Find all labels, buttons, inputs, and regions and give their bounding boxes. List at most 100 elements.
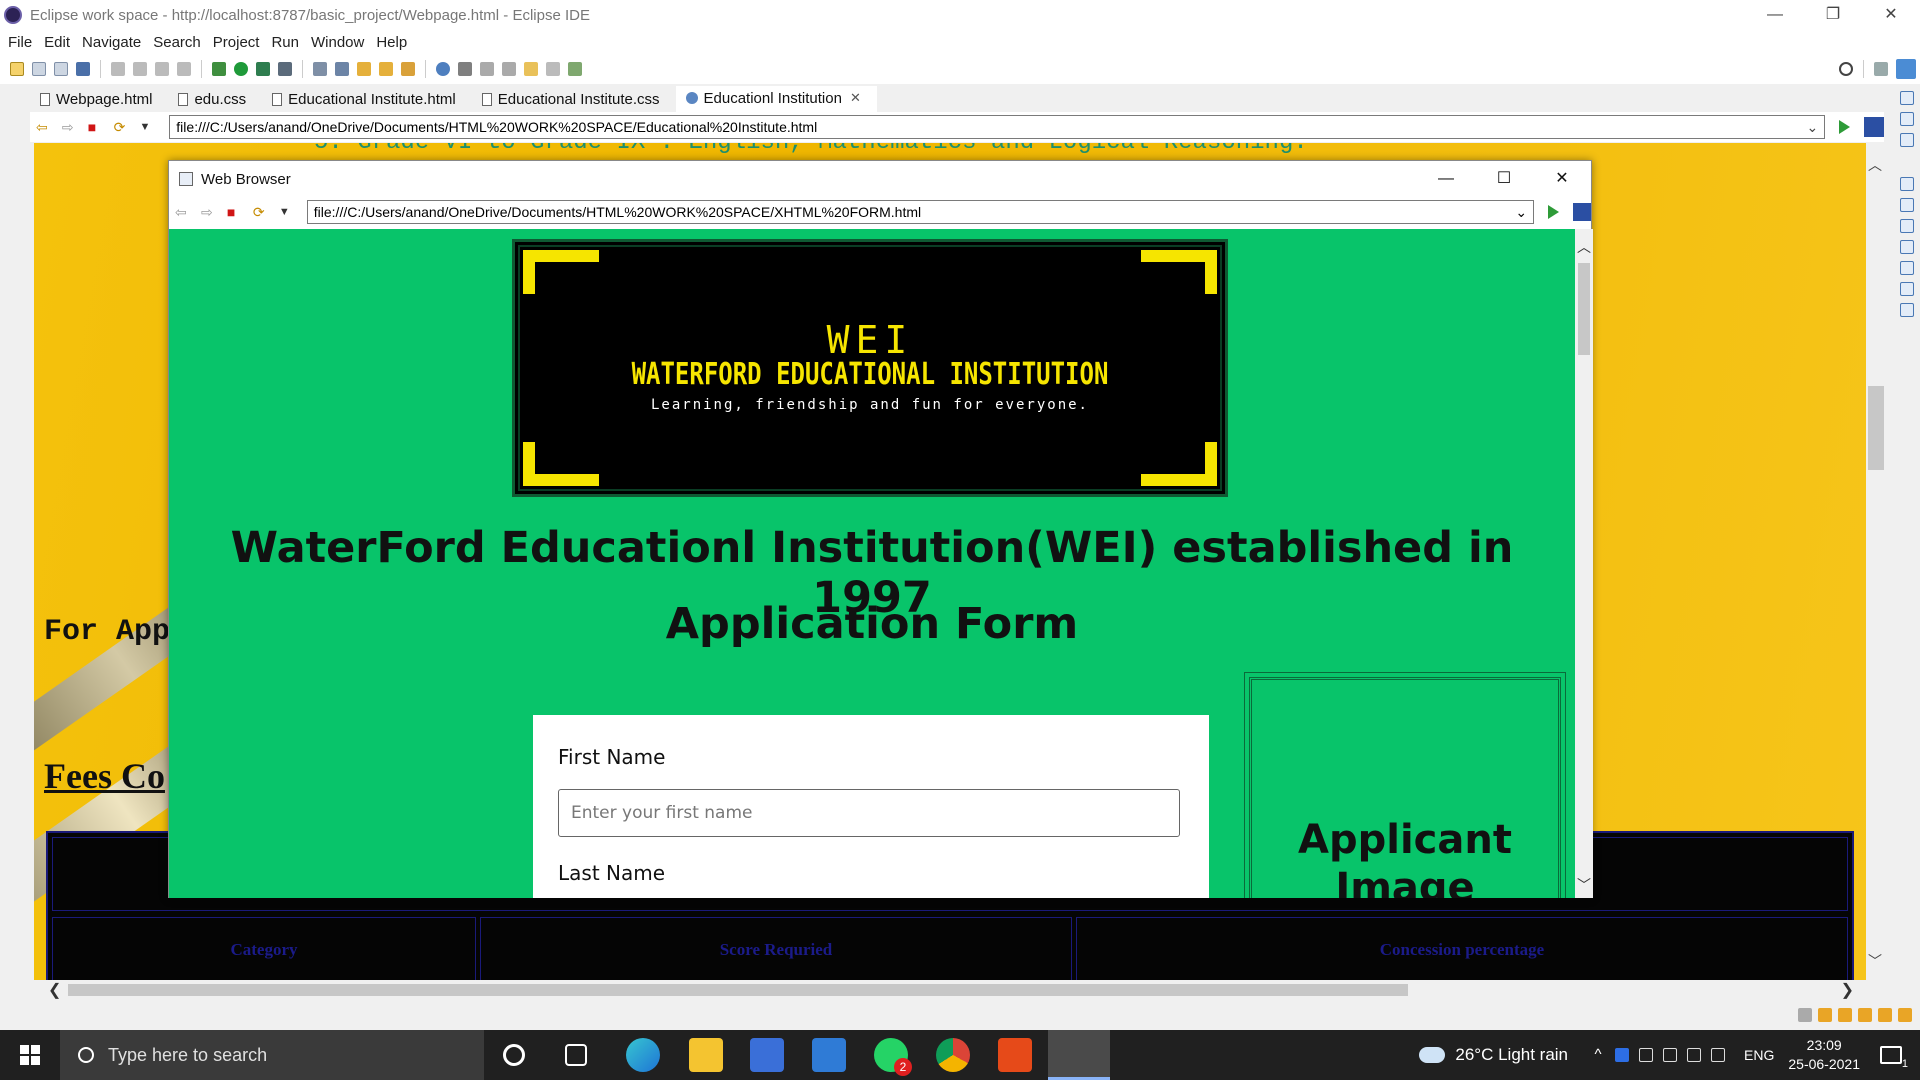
skip-icon[interactable]: [111, 62, 125, 76]
first-name-input[interactable]: [558, 789, 1180, 837]
scroll-thumb[interactable]: [1868, 386, 1884, 470]
mail-icon[interactable]: [812, 1038, 846, 1072]
weather-text[interactable]: 26°C Light rain: [1455, 1045, 1568, 1065]
page-horizontal-scrollbar[interactable]: ❮ ❯: [34, 980, 1866, 1000]
data-source-icon[interactable]: [1900, 261, 1914, 275]
tab-webpage-html[interactable]: Webpage.html: [30, 86, 168, 112]
start-button[interactable]: [0, 1030, 60, 1080]
save-all-icon[interactable]: [54, 62, 68, 76]
edge-icon[interactable]: [626, 1038, 660, 1072]
url-input[interactable]: file:///C:/Users/anand/OneDrive/Document…: [169, 115, 1826, 139]
open-external-icon[interactable]: [1573, 203, 1592, 221]
snippets-icon[interactable]: [1900, 282, 1914, 296]
markers-icon[interactable]: [1900, 198, 1914, 212]
browser-close-button[interactable]: ✕: [1533, 161, 1591, 197]
stop-icon[interactable]: ■: [88, 120, 102, 134]
debug-icon[interactable]: [212, 62, 226, 76]
java-ee-perspective-icon[interactable]: [1896, 59, 1916, 79]
page-vertical-scrollbar[interactable]: ︿ ﹀: [1866, 143, 1884, 980]
eclipse-taskbar-icon[interactable]: [1048, 1030, 1110, 1080]
save-icon[interactable]: [32, 62, 46, 76]
chevron-up-icon[interactable]: ^: [1591, 1047, 1605, 1062]
task-list-icon[interactable]: [1900, 133, 1914, 147]
tab-educational-institute-css[interactable]: Educational Institute.css: [472, 86, 676, 112]
search-icon[interactable]: [1839, 62, 1853, 76]
language-indicator[interactable]: ENG: [1744, 1047, 1774, 1063]
back-icon[interactable]: [524, 62, 538, 76]
prev-annotation-icon[interactable]: [502, 62, 516, 76]
servers-icon[interactable]: [1900, 240, 1914, 254]
task-view-icon[interactable]: [565, 1044, 587, 1066]
scroll-up-icon[interactable]: ︿: [1575, 237, 1593, 257]
back-arrow-icon[interactable]: ⇦: [36, 120, 50, 134]
status-icon[interactable]: [1878, 1008, 1892, 1022]
office-icon[interactable]: [998, 1038, 1032, 1072]
scroll-down-icon[interactable]: ﹀: [1575, 875, 1593, 895]
stop-icon[interactable]: ■: [227, 205, 241, 219]
bluetooth-icon[interactable]: [1615, 1048, 1630, 1062]
status-icon[interactable]: [1798, 1008, 1812, 1022]
wifi-icon[interactable]: [1687, 1048, 1702, 1062]
scroll-thumb[interactable]: [68, 984, 1408, 996]
forward-arrow-icon[interactable]: ⇨: [62, 120, 76, 134]
outline-icon[interactable]: [1900, 112, 1914, 126]
menu-navigate[interactable]: Navigate: [82, 34, 141, 51]
forward-icon[interactable]: [546, 62, 560, 76]
forward-arrow-icon[interactable]: ⇨: [201, 205, 215, 219]
go-icon[interactable]: [1548, 205, 1560, 219]
menu-project[interactable]: Project: [213, 34, 260, 51]
menu-search[interactable]: Search: [153, 34, 201, 51]
volume-icon[interactable]: [1711, 1048, 1726, 1062]
terminate-icon[interactable]: [155, 62, 169, 76]
cortana-icon[interactable]: [503, 1044, 525, 1066]
tab-edu-css[interactable]: edu.css: [168, 86, 262, 112]
console-icon[interactable]: [1900, 303, 1914, 317]
menu-edit[interactable]: Edit: [44, 34, 70, 51]
url-dropdown-icon[interactable]: ⌄: [1806, 116, 1824, 138]
browser-url-input[interactable]: file:///C:/Users/anand/OneDrive/Document…: [306, 200, 1535, 224]
run-icon[interactable]: [234, 62, 248, 76]
browser-maximize-button[interactable]: ☐: [1475, 161, 1533, 197]
tab-educational-institute-html[interactable]: Educational Institute.html: [262, 86, 472, 112]
pin-icon[interactable]: [568, 62, 582, 76]
taskbar-search-box[interactable]: Type here to search: [60, 1030, 484, 1080]
browser-vertical-scrollbar[interactable]: ︿ ﹀: [1575, 229, 1593, 898]
browser-minimize-button[interactable]: —: [1417, 161, 1475, 197]
restore-view-icon[interactable]: [1900, 177, 1914, 191]
external-tools-icon[interactable]: [278, 62, 292, 76]
new-icon[interactable]: [10, 62, 24, 76]
chrome-icon[interactable]: [936, 1038, 970, 1072]
restore-view-icon[interactable]: [1900, 91, 1914, 105]
web-services-icon[interactable]: [335, 62, 349, 76]
url-dropdown-icon[interactable]: ⌄: [1515, 201, 1533, 223]
open-perspective-icon[interactable]: [1874, 62, 1888, 76]
scroll-right-icon[interactable]: ❯: [1841, 980, 1854, 1000]
status-icon[interactable]: [1838, 1008, 1852, 1022]
clock[interactable]: 23:09 25-06-2021: [1788, 1036, 1860, 1074]
status-icon[interactable]: [1858, 1008, 1872, 1022]
refresh-icon[interactable]: ⟳: [253, 205, 267, 219]
open-external-icon[interactable]: [1864, 117, 1884, 137]
menu-dropdown-icon[interactable]: ▼: [139, 121, 153, 133]
properties-icon[interactable]: [1900, 219, 1914, 233]
scroll-thumb[interactable]: [1578, 263, 1590, 355]
scroll-down-icon[interactable]: ﹀: [1868, 951, 1882, 971]
weather-icon[interactable]: [1419, 1047, 1446, 1063]
open-task-icon[interactable]: [379, 62, 393, 76]
notification-center-icon[interactable]: 1: [1880, 1046, 1908, 1070]
go-icon[interactable]: [1839, 120, 1851, 134]
close-tab-icon[interactable]: ✕: [850, 90, 861, 106]
new-server-icon[interactable]: [313, 62, 327, 76]
battery-icon[interactable]: [1663, 1048, 1678, 1062]
tip-icon[interactable]: [1898, 1008, 1912, 1022]
scroll-up-icon[interactable]: ︿: [1868, 155, 1882, 175]
menu-file[interactable]: File: [8, 34, 32, 51]
file-explorer-icon[interactable]: [689, 1038, 723, 1072]
coverage-icon[interactable]: [256, 62, 270, 76]
back-arrow-icon[interactable]: ⇦: [175, 205, 189, 219]
close-button[interactable]: ✕: [1862, 0, 1920, 30]
network-tray-icon[interactable]: [1639, 1048, 1654, 1062]
toggle-icon[interactable]: [458, 62, 472, 76]
refresh-icon[interactable]: ⟳: [114, 120, 128, 134]
tab-educationl-institution[interactable]: Educationl Institution ✕: [675, 86, 877, 112]
